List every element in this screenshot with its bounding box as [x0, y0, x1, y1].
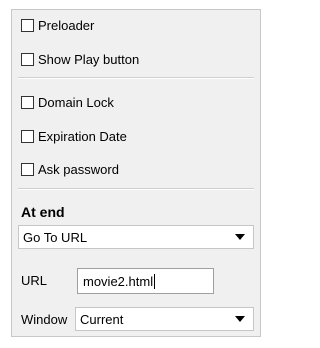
at-end-title: At end [21, 204, 65, 220]
domain-lock-option[interactable]: Domain Lock [21, 93, 114, 111]
chevron-down-icon [235, 234, 245, 240]
divider [18, 77, 254, 79]
show-play-button-checkbox[interactable] [21, 52, 34, 66]
preloader-checkbox[interactable] [21, 18, 34, 32]
expiration-date-checkbox[interactable] [21, 129, 34, 143]
settings-panel: Preloader Show Play button Domain Lock E… [11, 9, 261, 337]
url-input-value: movie2.html [83, 273, 154, 289]
ask-password-checkbox[interactable] [21, 162, 34, 176]
ask-password-label: Ask password [38, 161, 119, 177]
window-label: Window [21, 312, 68, 327]
preloader-option[interactable]: Preloader [21, 16, 94, 34]
domain-lock-checkbox[interactable] [21, 95, 34, 109]
chevron-down-icon [235, 316, 245, 322]
show-play-button-label: Show Play button [38, 51, 140, 67]
divider [18, 188, 254, 190]
expiration-date-label: Expiration Date [38, 128, 127, 144]
window-select[interactable]: Current [75, 307, 254, 331]
text-cursor [154, 273, 156, 289]
ask-password-option[interactable]: Ask password [21, 160, 119, 178]
preloader-label: Preloader [38, 17, 95, 33]
url-input[interactable]: movie2.html [77, 268, 214, 294]
show-play-button-option[interactable]: Show Play button [21, 50, 139, 68]
expiration-date-option[interactable]: Expiration Date [21, 127, 127, 145]
window-select-value: Current [80, 311, 124, 327]
at-end-action-value: Go To URL [23, 229, 88, 245]
at-end-action-select[interactable]: Go To URL [18, 225, 254, 249]
domain-lock-label: Domain Lock [38, 94, 114, 110]
url-label: URL [21, 273, 48, 288]
